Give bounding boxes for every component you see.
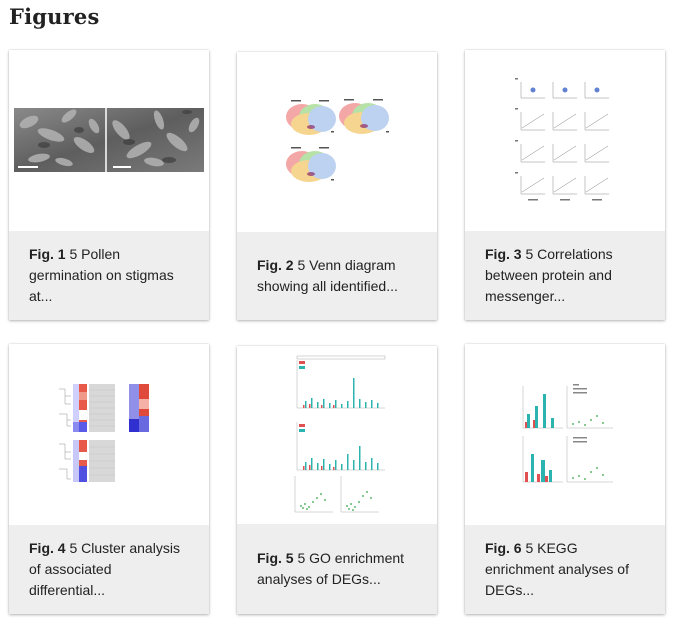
figure-label-2: Fig. 2 bbox=[257, 257, 294, 273]
figure-card-4[interactable]: Fig. 4 5 Cluster analysis of associated … bbox=[9, 344, 209, 614]
go-enrichment-image bbox=[294, 355, 386, 513]
figure-thumbnail-4[interactable] bbox=[9, 344, 209, 525]
figure-caption-text-1: Fig. 1 5 Pollen germination on stigmas a… bbox=[29, 246, 174, 304]
figure-caption-4[interactable]: Fig. 4 5 Cluster analysis of associated … bbox=[9, 525, 209, 614]
kegg-enrichment-image bbox=[522, 384, 613, 483]
cluster-heatmap-image bbox=[59, 384, 149, 482]
figure-caption-3[interactable]: Fig. 3 5 Correlations between protein an… bbox=[465, 231, 665, 320]
figure-thumbnail-6[interactable] bbox=[465, 344, 665, 525]
figure-card-3[interactable]: Fig. 3 5 Correlations between protein an… bbox=[465, 50, 665, 320]
figure-label-5: Fig. 5 bbox=[257, 550, 294, 566]
figure-caption-text-4: Fig. 4 5 Cluster analysis of associated … bbox=[29, 540, 180, 598]
figure-thumbnail-5[interactable] bbox=[237, 346, 437, 524]
figures-heading: Figures bbox=[9, 4, 100, 29]
figure-caption-2[interactable]: Fig. 2 5 Venn diagram showing all identi… bbox=[237, 232, 437, 320]
figure-label-1: Fig. 1 bbox=[29, 246, 66, 262]
figure-caption-text-3: Fig. 3 5 Correlations between protein an… bbox=[485, 246, 613, 304]
figure-caption-1[interactable]: Fig. 1 5 Pollen germination on stigmas a… bbox=[9, 231, 209, 320]
figure-caption-text-2: Fig. 2 5 Venn diagram showing all identi… bbox=[257, 257, 398, 294]
figure-label-3: Fig. 3 bbox=[485, 246, 522, 262]
figure-card-2[interactable]: Fig. 2 5 Venn diagram showing all identi… bbox=[237, 52, 437, 320]
figure-caption-text-6: Fig. 6 5 KEGG enrichment analyses of DEG… bbox=[485, 540, 629, 598]
correlation-plots-image bbox=[515, 78, 609, 201]
figure-caption-6[interactable]: Fig. 6 5 KEGG enrichment analyses of DEG… bbox=[465, 525, 665, 614]
venn-diagram-image bbox=[286, 99, 389, 182]
figure-card-1[interactable]: Fig. 1 5 Pollen germination on stigmas a… bbox=[9, 50, 209, 320]
figure-label-6: Fig. 6 bbox=[485, 540, 522, 556]
figure-label-4: Fig. 4 bbox=[29, 540, 66, 556]
figure-caption-text-5: Fig. 5 5 GO enrichment analyses of DEGs.… bbox=[257, 550, 405, 587]
figure-card-6[interactable]: Fig. 6 5 KEGG enrichment analyses of DEG… bbox=[465, 344, 665, 614]
figure-thumbnail-3[interactable] bbox=[465, 50, 665, 231]
figure-thumbnail-2[interactable] bbox=[237, 52, 437, 232]
figure-card-5[interactable]: Fig. 5 5 GO enrichment analyses of DEGs.… bbox=[237, 346, 437, 614]
pollen-micrograph-image bbox=[14, 108, 204, 172]
figure-caption-5[interactable]: Fig. 5 5 GO enrichment analyses of DEGs.… bbox=[237, 524, 437, 614]
figure-thumbnail-1[interactable] bbox=[9, 50, 209, 231]
